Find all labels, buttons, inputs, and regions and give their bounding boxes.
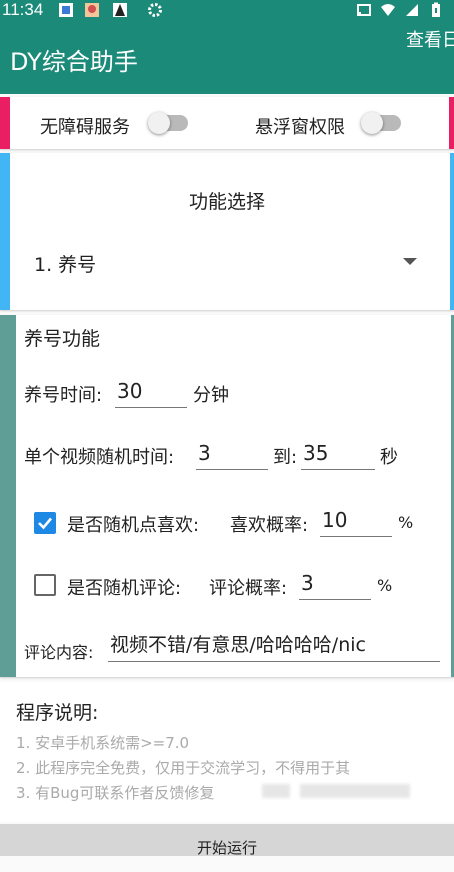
nurture-section-title: 养号功能 xyxy=(24,328,101,350)
notification-character-icon xyxy=(113,3,127,17)
random-comment-label: 是否随机评论: xyxy=(67,578,182,599)
video-time-label: 单个视频随机时间: xyxy=(24,447,175,468)
switch-knob xyxy=(361,112,383,134)
switch-knob xyxy=(148,112,170,134)
card-accent-right xyxy=(450,153,454,310)
function-select-title: 功能选择 xyxy=(188,191,265,213)
accessibility-service-switch[interactable] xyxy=(148,112,188,134)
like-probability-label: 喜欢概率: xyxy=(230,515,309,536)
video-time-unit: 秒 xyxy=(380,447,398,468)
card-accent-left xyxy=(0,315,16,677)
like-probability-unit: % xyxy=(398,513,414,532)
notes-title: 程序说明: xyxy=(16,702,99,724)
overlay-permission-label: 悬浮窗权限 xyxy=(255,117,345,138)
program-notes: 程序说明: 1. 安卓手机系统需>=7.0 2. 此程序完全免费，仅用于交流学习… xyxy=(0,682,454,822)
checkmark-icon xyxy=(38,517,52,530)
function-select-card: 功能选择 1. 养号 xyxy=(0,153,454,310)
comment-probability-input[interactable]: 3 xyxy=(299,569,371,600)
comment-probability-unit: % xyxy=(377,576,393,595)
app-title: DY综合助手 xyxy=(10,48,138,76)
card-accent-right xyxy=(449,97,454,149)
cell-signal-icon xyxy=(406,4,418,16)
notes-line: 1. 安卓手机系统需>=7.0 xyxy=(16,734,190,752)
view-log-button[interactable]: 查看日 xyxy=(406,26,454,52)
random-comment-checkbox[interactable] xyxy=(34,574,56,596)
video-time-max-input[interactable]: 35 xyxy=(301,439,375,470)
card-accent-left xyxy=(0,97,10,149)
nurture-time-unit: 分钟 xyxy=(193,385,229,406)
comment-probability-label: 评论概率: xyxy=(209,578,288,599)
start-button[interactable]: 开始运行 xyxy=(0,824,454,857)
nurture-card: 养号功能 养号时间: 30 分钟 单个视频随机时间: 3 到: 35 秒 是否随… xyxy=(0,315,454,677)
overlay-permission-switch[interactable] xyxy=(361,112,401,134)
battery-icon xyxy=(432,2,440,17)
notification-app-icon xyxy=(59,3,73,17)
notes-line: 2. 此程序完全免费，仅用于交流学习，不得用于其 xyxy=(16,759,351,777)
video-time-to-label: 到: xyxy=(273,447,298,468)
like-probability-input[interactable]: 10 xyxy=(320,506,392,537)
redacted-contact xyxy=(262,784,290,798)
random-like-checkbox[interactable] xyxy=(34,512,56,534)
comment-content-label: 评论内容: xyxy=(24,643,94,662)
random-like-label: 是否随机点喜欢: xyxy=(67,515,200,536)
card-accent-left xyxy=(0,153,10,310)
dropdown-arrow-icon[interactable] xyxy=(403,258,417,265)
nurture-time-label: 养号时间: xyxy=(24,385,103,406)
nurture-time-input[interactable]: 30 xyxy=(115,377,187,408)
cast-icon xyxy=(357,4,371,16)
video-time-min-input[interactable]: 3 xyxy=(196,439,268,470)
settings-gear-icon xyxy=(148,3,162,17)
notes-line: 3. 有Bug可联系作者反馈修复 xyxy=(16,784,215,802)
status-time: 11:34 xyxy=(2,0,44,19)
function-spinner[interactable]: 1. 养号 xyxy=(34,250,96,277)
accessibility-service-label: 无障碍服务 xyxy=(40,117,130,138)
comment-content-input[interactable]: 视频不错/有意思/哈哈哈哈/nic xyxy=(108,631,440,662)
wifi-icon xyxy=(381,4,395,16)
status-bar: 11:34 xyxy=(0,0,454,22)
notification-avatar-icon xyxy=(85,3,99,17)
redacted-contact xyxy=(300,784,410,798)
permissions-card: 无障碍服务 悬浮窗权限 xyxy=(0,97,454,149)
app-bar: DY综合助手 查看日 xyxy=(0,22,454,94)
